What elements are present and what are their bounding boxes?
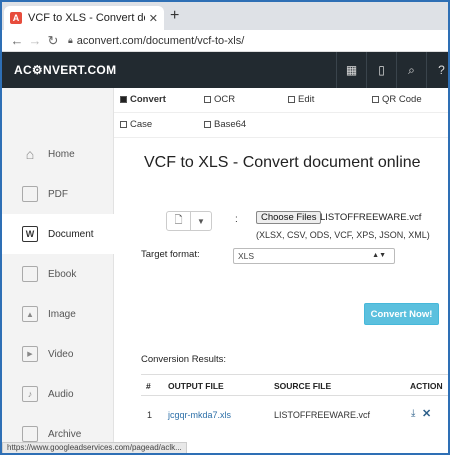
checkbox-icon [288, 96, 295, 103]
tab-convert[interactable]: Convert [120, 94, 166, 105]
col-action-header: ACTION [410, 381, 443, 391]
output-file-link[interactable]: jcgqr-mkda7.xls [168, 410, 231, 420]
sidebar-item-label: Video [48, 348, 74, 360]
site-logo[interactable]: AC⚙NVERT.COM [14, 63, 116, 77]
sidebar-item-label: Audio [48, 388, 74, 400]
target-format-label: Target format: [141, 249, 200, 260]
sidebar-item-label: PDF [48, 188, 68, 200]
tab-label: Convert [130, 94, 166, 105]
download-icon[interactable]: ⤓ [411, 408, 415, 419]
results-heading: Conversion Results: [141, 354, 227, 365]
lock-icon: 🔒︎ [68, 35, 73, 45]
delete-icon[interactable]: ✕ [422, 407, 431, 420]
convert-now-button[interactable]: Convert Now! [364, 303, 439, 325]
forward-icon[interactable]: → [26, 33, 44, 48]
tab-divider [114, 112, 448, 113]
tab-label: QR Code [382, 94, 422, 105]
checkbox-icon [120, 96, 127, 103]
sidebar-item-label: Image [48, 308, 76, 320]
tab-label: Base64 [214, 119, 247, 130]
sidebar-item-label: Document [48, 228, 94, 240]
sidebar-item-video[interactable]: ▶ Video [2, 334, 114, 374]
address-bar: ← → ↻ 🔒︎ aconvert.com/document/vcf-to-xl… [2, 30, 448, 52]
choose-files-button[interactable]: Choose Files [256, 211, 322, 224]
target-format-select[interactable]: XLS ▲▼ [233, 248, 395, 264]
supported-formats-hint: (XLSX, CSV, ODS, VCF, XPS, JSON, XML) [256, 230, 430, 240]
file-source-dropdown[interactable]: 🗋︎ ▼ [166, 211, 212, 231]
tab-title: VCF to XLS - Convert document [28, 12, 145, 24]
file-label-colon: : [235, 214, 238, 225]
tab-edit[interactable]: Edit [288, 94, 314, 105]
tab-base64[interactable]: Base64 [204, 119, 246, 130]
source-file-name: LISTOFFREEWARE.vcf [274, 410, 371, 420]
tab-case[interactable]: Case [120, 119, 152, 130]
sidebar-item-home[interactable]: ⌂ Home [2, 134, 114, 174]
selected-file-name: LISTOFFREEWARE.vcf [320, 212, 422, 223]
target-format-value: XLS [238, 251, 255, 261]
checkbox-icon [372, 96, 379, 103]
tablet-icon[interactable]: ▯ [366, 52, 396, 88]
file-icon[interactable]: 🗋︎ [167, 212, 191, 230]
reload-icon[interactable]: ↻ [44, 33, 62, 49]
browser-tab[interactable]: A VCF to XLS - Convert document ✕ [4, 6, 164, 30]
col-index-header: # [146, 381, 151, 391]
caret-down-icon[interactable]: ▼ [191, 212, 211, 230]
browser-window: A VCF to XLS - Convert document ✕ + ← → … [0, 0, 450, 455]
sidebar: ⌂ Home PDF W Document Ebook ▲ Image ▶ Vi… [2, 88, 114, 453]
tab-label: Edit [298, 94, 315, 105]
page-title: VCF to XLS - Convert document online [144, 154, 421, 171]
sidebar-item-pdf[interactable]: PDF [2, 174, 114, 214]
ebook-icon [22, 266, 38, 282]
audio-icon: ♪ [22, 386, 38, 402]
document-icon: W [22, 226, 38, 242]
back-icon[interactable]: ← [8, 33, 26, 48]
checkbox-icon [204, 121, 211, 128]
row-index: 1 [147, 410, 153, 420]
new-tab-icon[interactable]: + [170, 7, 179, 25]
sidebar-item-label: Home [48, 148, 75, 160]
help-icon[interactable]: ? [426, 52, 448, 88]
search-icon[interactable]: ⌕ [396, 52, 426, 88]
tab-qr-code[interactable]: QR Code [372, 94, 422, 105]
sidebar-item-ebook[interactable]: Ebook [2, 254, 114, 294]
col-output-header: OUTPUT FILE [168, 381, 224, 391]
table-header: # OUTPUT FILE SOURCE FILE ACTION [141, 374, 448, 396]
table-row: 1 jcgqr-mkda7.xls LISTOFFREEWARE.vcf ⤓ ✕ [141, 404, 448, 426]
close-tab-icon[interactable]: ✕ [149, 12, 158, 25]
sidebar-item-document[interactable]: W Document [2, 214, 114, 254]
home-icon: ⌂ [25, 146, 35, 162]
sidebar-item-image[interactable]: ▲ Image [2, 294, 114, 334]
sidebar-item-label: Archive [48, 428, 82, 440]
sidebar-item-label: Ebook [48, 268, 77, 280]
tab-ocr[interactable]: OCR [204, 94, 235, 105]
col-source-header: SOURCE FILE [274, 381, 332, 391]
favicon-icon: A [10, 12, 22, 24]
select-arrows-icon: ▲▼ [372, 252, 386, 259]
status-bar-url: https://www.googleadservices.com/pagead/… [2, 442, 187, 453]
checkbox-icon [204, 96, 211, 103]
tab-label: OCR [214, 94, 236, 105]
image-icon: ▲ [22, 306, 38, 322]
tab-strip: A VCF to XLS - Convert document ✕ + [2, 2, 448, 30]
tab-label: Case [130, 119, 153, 130]
tool-tabs: Convert OCR Edit QR Code Case Base64 [114, 88, 448, 138]
grid-icon[interactable]: ▦ [336, 52, 366, 88]
url-field[interactable]: aconvert.com/document/vcf-to-xls/ [77, 35, 245, 47]
checkbox-icon [120, 121, 127, 128]
video-icon: ▶ [22, 346, 38, 362]
site-header: AC⚙NVERT.COM ▦ ▯ ⌕ ? [2, 52, 448, 88]
pdf-icon [22, 186, 38, 202]
archive-icon [22, 426, 38, 442]
sidebar-item-audio[interactable]: ♪ Audio [2, 374, 114, 414]
